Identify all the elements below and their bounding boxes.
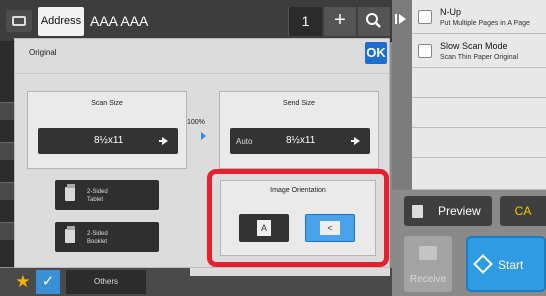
side-item-subtitle: Scan Thin Paper Original [440, 54, 519, 61]
scan-size-label: Scan Size [91, 100, 123, 107]
keyboard-icon [12, 16, 26, 26]
receive-icon [419, 246, 437, 260]
clear-all-button[interactable]: CA [500, 196, 546, 226]
orientation-title: Image Orientation [270, 187, 326, 194]
add-address-button[interactable]: + [324, 7, 356, 36]
side-panel-toggle[interactable] [392, 0, 412, 190]
original-settings-dialog: Original OK Scan Size 8½x11 100% Send Si… [14, 38, 390, 268]
ratio-label: 100% [187, 119, 205, 126]
address-tab[interactable]: Address [38, 7, 84, 36]
send-size-label: Send Size [283, 100, 315, 107]
checkbox-icon[interactable] [418, 10, 432, 24]
address-count: 1 [288, 7, 322, 36]
orientation-landscape-button[interactable]: < [305, 214, 355, 242]
orientation-portrait-button[interactable]: A [239, 214, 289, 242]
favorite-star-icon[interactable]: ★ [12, 270, 34, 294]
edge-tab[interactable] [0, 142, 14, 160]
preview-button[interactable]: Preview [404, 196, 492, 226]
start-button[interactable]: Start [466, 236, 546, 292]
address-field[interactable]: AAA AAA [88, 7, 284, 36]
side-item-title: Slow Scan Mode [440, 41, 508, 51]
dialog-divider [15, 73, 389, 74]
start-icon [473, 254, 493, 274]
send-size-mode: Auto [236, 137, 253, 146]
checkmark-icon[interactable]: ✓ [36, 270, 60, 294]
side-item-empty [412, 68, 546, 98]
toggle-bar-icon [395, 14, 397, 24]
two-sided-tablet-button[interactable]: 2-Sided Tablet [55, 180, 159, 210]
edge-tab[interactable] [0, 182, 14, 200]
ratio-arrow-icon [201, 132, 206, 140]
tablet-icon [65, 184, 75, 201]
send-size-value: 8½x11 [286, 135, 316, 146]
portrait-page-icon: A [257, 220, 271, 236]
side-panel: N-Up Put Multiple Pages in A Page Slow S… [412, 0, 546, 190]
side-item-subtitle: Put Multiple Pages in A Page [440, 20, 530, 27]
booklet-icon [65, 226, 75, 243]
scan-size-panel: Scan Size 8½x11 [27, 91, 187, 169]
edge-tab[interactable] [0, 222, 14, 240]
others-button[interactable]: Others [66, 270, 146, 294]
side-item-empty [412, 128, 546, 158]
start-label: Start [498, 258, 524, 272]
address-bar: Address AAA AAA 1 + [0, 0, 392, 42]
send-size-panel: Send Size Auto 8½x11 [219, 91, 379, 169]
preview-icon [412, 205, 423, 218]
preview-label: Preview [438, 204, 481, 218]
search-icon [366, 13, 381, 28]
receive-button[interactable]: Receive [404, 236, 452, 292]
send-size-button[interactable]: Auto 8½x11 [230, 128, 370, 154]
edge-tab[interactable] [0, 102, 14, 120]
tablet-label: 2-Sided Tablet [87, 189, 108, 203]
side-item-n-up[interactable]: N-Up Put Multiple Pages in A Page [412, 0, 546, 34]
arrow-right-icon [162, 137, 168, 145]
side-item-empty [412, 98, 546, 128]
dialog-title: Original [29, 48, 57, 57]
keyboard-button[interactable] [6, 10, 32, 32]
image-orientation-panel: Image Orientation A < [220, 180, 376, 256]
side-item-slow-scan[interactable]: Slow Scan Mode Scan Thin Paper Original [412, 34, 546, 68]
landscape-page-icon: < [320, 221, 340, 235]
orientation-highlight: Image Orientation A < [207, 169, 389, 267]
arrow-right-icon [354, 137, 360, 145]
booklet-label: 2-Sided Booklet [87, 231, 108, 245]
screen-scrollbar[interactable] [190, 268, 390, 276]
search-button[interactable] [358, 7, 390, 36]
scan-size-button[interactable]: 8½x11 [38, 128, 178, 154]
checkbox-icon[interactable] [418, 44, 432, 58]
receive-label: Receive [409, 274, 447, 285]
side-item-title: N-Up [440, 7, 462, 17]
scan-size-value: 8½x11 [94, 135, 124, 146]
left-edge-tabs [0, 42, 14, 267]
two-sided-booklet-button[interactable]: 2-Sided Booklet [55, 222, 159, 252]
side-item-empty [412, 158, 546, 190]
ok-button[interactable]: OK [365, 42, 387, 64]
expand-arrow-icon [399, 14, 406, 24]
